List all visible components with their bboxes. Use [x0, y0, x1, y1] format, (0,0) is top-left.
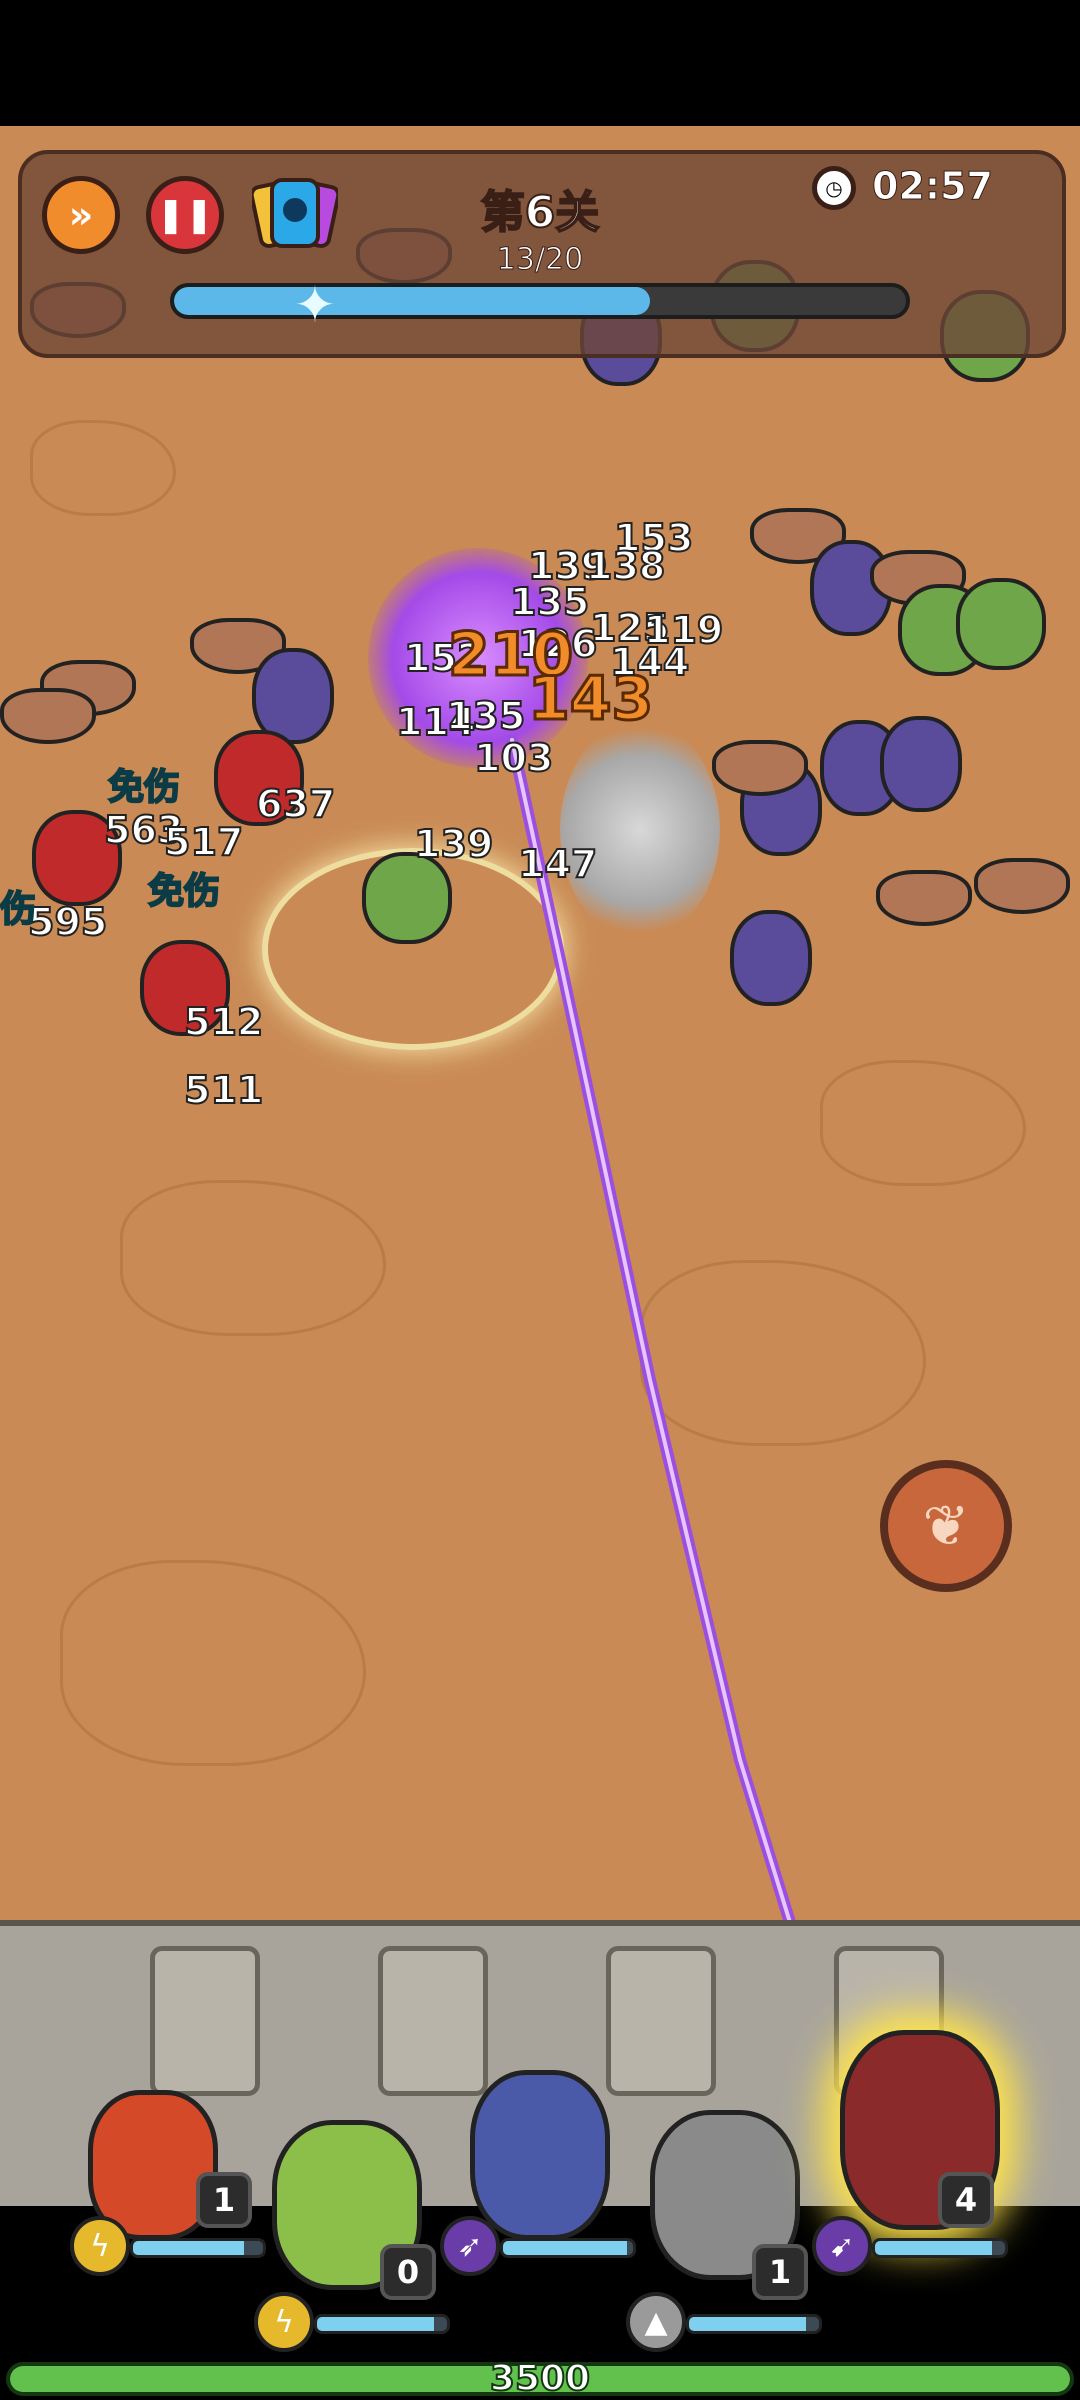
- wall-pillar: [606, 1946, 716, 2096]
- hero-hp-fill: [875, 2241, 992, 2255]
- fast-forward-button[interactable]: »: [42, 176, 120, 254]
- hero-hp-fill: [133, 2241, 244, 2255]
- phoenix-icon: ❦: [922, 1493, 970, 1559]
- hero-level-badge: 1: [196, 2172, 252, 2228]
- hero-hp-bar: [130, 2238, 266, 2258]
- game-stage[interactable]: { "hud": { "fast_forward_icon": "double-…: [0, 0, 1080, 2400]
- hero-hp-bar: [500, 2238, 636, 2258]
- hero-dark-elf[interactable]: [470, 2070, 610, 2240]
- hero-level-badge: 1: [752, 2244, 808, 2300]
- clock-icon: ◷: [812, 166, 856, 210]
- progress-spark-icon: ✦: [294, 276, 336, 334]
- phoenix-skill-button[interactable]: ❦: [880, 1460, 1012, 1592]
- bow-icon: ➹: [812, 2216, 872, 2276]
- damage-number: 512: [183, 999, 264, 1045]
- hero-hp-bar: [872, 2238, 1008, 2258]
- lightning-bolts-icon: ϟ: [254, 2292, 314, 2352]
- immune-label: 免伤: [147, 870, 221, 913]
- damage-number: 147: [517, 841, 598, 887]
- hero-hp-fill: [503, 2241, 627, 2255]
- damage-number: 138: [585, 543, 666, 589]
- countdown-timer: 02:57: [872, 164, 994, 209]
- hero-hp-fill: [689, 2317, 806, 2331]
- wave-progress-bar: [170, 283, 910, 319]
- damage-number: 511: [183, 1067, 264, 1113]
- wall-pillar: [378, 1946, 488, 2096]
- damage-number: 637: [255, 781, 336, 827]
- rock-icon: ▲: [626, 2292, 686, 2352]
- hero-hp-fill: [317, 2317, 434, 2331]
- character-card-icon: [249, 178, 341, 249]
- arrows-icon: ➶: [440, 2216, 500, 2276]
- damage-number: 135: [509, 579, 590, 625]
- lightning-icon: ϟ: [70, 2216, 130, 2276]
- wall-pillar: [150, 1946, 260, 2096]
- character-card-button[interactable]: [249, 176, 341, 254]
- base-hp-text: 3500: [489, 2357, 591, 2400]
- fast-forward-icon: »: [68, 193, 94, 237]
- level-title: 第6关: [480, 186, 601, 239]
- hero-level-badge: 4: [938, 2172, 994, 2228]
- wave-progress-fill: [174, 287, 650, 315]
- hero-hp-bar: [314, 2314, 450, 2334]
- immune-label: 免伤: [107, 766, 181, 809]
- hero-hp-bar: [686, 2314, 822, 2334]
- pause-icon: ❚❚: [156, 195, 214, 235]
- damage-number: 139: [413, 821, 494, 867]
- wave-progress-text: 13/20: [496, 242, 584, 278]
- damage-number: 103: [473, 735, 554, 781]
- damage-number: 517: [163, 819, 244, 865]
- damage-number: 135: [445, 693, 526, 739]
- damage-number: 595: [27, 899, 108, 945]
- hero-level-badge: 0: [380, 2244, 436, 2300]
- damage-number: 144: [609, 639, 690, 685]
- pause-button[interactable]: ❚❚: [146, 176, 224, 254]
- immune-label: 伤: [0, 888, 37, 931]
